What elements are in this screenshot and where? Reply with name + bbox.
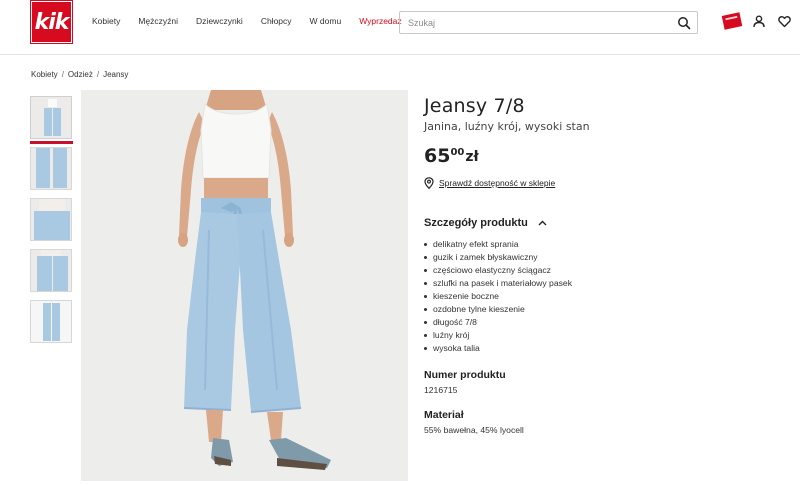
product-info: Jeansy 7/8 Janina, luźny krój, wysoki st… — [424, 95, 784, 435]
promo-icon[interactable] — [721, 12, 743, 30]
list-item: ozdobne tylne kieszenie — [424, 303, 784, 316]
nav-item-chlopcy[interactable]: Chłopcy — [261, 16, 292, 26]
thumbnail-4[interactable] — [30, 249, 72, 292]
list-item: długość 7/8 — [424, 316, 784, 329]
nav-item-wyprzedaz[interactable]: Wyprzedaż — [359, 16, 401, 26]
breadcrumb-item-kobiety[interactable]: Kobiety — [31, 70, 58, 79]
product-price: 65 00 zł — [424, 145, 784, 167]
breadcrumb-item-jeansy[interactable]: Jeansy — [103, 70, 128, 79]
heart-icon[interactable] — [778, 15, 791, 28]
main-nav: Kobiety Mężczyźni Dziewczynki Chłopcy W … — [92, 16, 420, 26]
store-availability-link[interactable]: Sprawdź dostępność w sklepie — [424, 177, 784, 189]
details-heading: Szczegóły produktu — [424, 217, 528, 229]
material-value: 55% bawełna, 45% lyocell — [424, 425, 524, 435]
store-link-label[interactable]: Sprawdź dostępność w sklepie — [439, 178, 555, 188]
list-item: luźny krój — [424, 329, 784, 342]
list-item: delikatny efekt sprania — [424, 238, 784, 251]
nav-item-dziewczynki[interactable]: Dziewczynki — [196, 16, 243, 26]
breadcrumb: Kobiety / Odzież / Jeansy — [31, 70, 128, 79]
chevron-up-icon — [538, 220, 547, 226]
product-title: Jeansy 7/8 — [424, 95, 525, 117]
product-number-section: Numer produktu 1216715 — [424, 369, 784, 395]
material-section: Materiał 55% bawełna, 45% lyocell — [424, 409, 784, 435]
list-item: częściowo elastyczny ściągacz — [424, 264, 784, 277]
logo-text: kik — [34, 9, 70, 35]
product-number-value: 1216715 — [424, 385, 458, 395]
details-toggle[interactable]: Szczegóły produktu — [424, 217, 784, 229]
thumbnail-1[interactable] — [30, 96, 72, 139]
price-currency: zł — [465, 149, 479, 165]
price-cents: 00 — [450, 147, 465, 158]
site-header: kik Kobiety Mężczyźni Dziewczynki Chłopc… — [0, 0, 800, 55]
model-illustration — [178, 90, 331, 470]
product-number-heading: Numer produktu — [424, 369, 506, 381]
product-subtitle: Janina, luźny krój, wysoki stan — [424, 120, 590, 133]
nav-item-w-domu[interactable]: W domu — [310, 16, 342, 26]
thumbnail-2[interactable] — [30, 147, 72, 190]
material-heading: Materiał — [424, 409, 464, 421]
location-pin-icon — [424, 177, 434, 189]
breadcrumb-separator: / — [96, 70, 100, 79]
search-icon[interactable] — [677, 16, 691, 30]
feature-list: delikatny efekt sprania guzik i zamek bł… — [424, 238, 784, 355]
user-icon[interactable] — [753, 15, 765, 28]
thumbnail-3[interactable] — [30, 198, 72, 241]
price-whole: 65 — [424, 145, 451, 167]
nav-item-kobiety[interactable]: Kobiety — [92, 16, 120, 26]
thumbnail-5[interactable] — [30, 300, 72, 343]
list-item: szlufki na pasek i materiałowy pasek — [424, 277, 784, 290]
thumbnail-gallery — [30, 96, 73, 351]
breadcrumb-item-odziez[interactable]: Odzież — [68, 70, 93, 79]
breadcrumb-separator: / — [61, 70, 64, 79]
search-input[interactable] — [408, 16, 668, 30]
list-item: kieszenie boczne — [424, 290, 784, 303]
search-box — [399, 11, 698, 34]
active-thumbnail-indicator — [30, 141, 73, 144]
list-item: wysoka talia — [424, 342, 784, 355]
list-item: guzik i zamek błyskawiczny — [424, 251, 784, 264]
nav-item-mezczyzni[interactable]: Mężczyźni — [138, 16, 178, 26]
kik-logo[interactable]: kik — [30, 0, 73, 44]
product-main-image[interactable] — [81, 90, 408, 481]
